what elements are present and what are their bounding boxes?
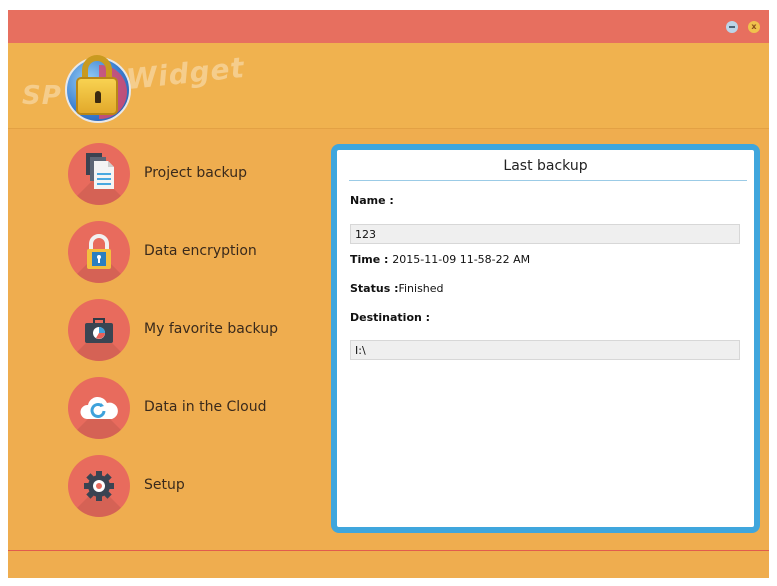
nav-item-setup[interactable]: Setup <box>68 455 318 519</box>
nav-item-data-in-the-cloud[interactable]: Data in the Cloud <box>68 377 318 441</box>
panel-divider <box>349 180 747 181</box>
header-banner: SP Widget <box>8 43 769 128</box>
footer-divider <box>8 550 769 551</box>
title-bar[interactable]: x <box>8 10 769 43</box>
nav-label: Setup <box>144 477 185 493</box>
sidebar: Project backup Data encryption My favori… <box>8 130 328 530</box>
name-label: Name : <box>350 194 394 207</box>
last-backup-panel: Last backup Name : 123 Time : 2015-11-09… <box>331 144 760 533</box>
status-row: Status :Finished <box>350 282 444 295</box>
nav-item-my-favorite-backup[interactable]: My favorite backup <box>68 299 318 363</box>
time-value: 2015-11-09 11-58-22 AM <box>392 253 531 266</box>
nav-circle <box>68 221 130 283</box>
time-label: Time : <box>350 253 389 266</box>
minimize-icon[interactable] <box>726 21 738 33</box>
documents-icon <box>86 153 114 189</box>
briefcase-icon <box>85 318 113 343</box>
lock-icon <box>87 234 111 269</box>
nav-circle <box>68 455 130 517</box>
nav-circle <box>68 377 130 439</box>
nav-item-project-backup[interactable]: Project backup <box>68 143 318 207</box>
nav-item-data-encryption[interactable]: Data encryption <box>68 221 318 285</box>
panel-title: Last backup <box>503 158 588 174</box>
status-label: Status : <box>350 282 399 295</box>
logo-text-left: SP <box>22 81 62 111</box>
destination-field[interactable]: I:\ <box>350 340 740 360</box>
close-icon[interactable]: x <box>748 21 760 33</box>
app-window: x SP Widget Project backup Data encrypti… <box>8 10 769 578</box>
nav-circle <box>68 143 130 205</box>
nav-circle <box>68 299 130 361</box>
nav-label: My favorite backup <box>144 321 278 337</box>
status-value: Finished <box>398 282 444 295</box>
nav-label: Data encryption <box>144 243 257 259</box>
header-divider <box>8 128 769 129</box>
nav-label: Data in the Cloud <box>144 399 267 415</box>
time-row: Time : 2015-11-09 11-58-22 AM <box>350 253 530 266</box>
logo-text-right: Widget <box>124 50 247 97</box>
logo-lock-icon <box>76 77 118 115</box>
cloud-icon <box>80 396 118 419</box>
gear-icon <box>84 471 114 501</box>
nav-label: Project backup <box>144 165 247 181</box>
destination-label: Destination : <box>350 311 431 324</box>
name-field[interactable]: 123 <box>350 224 740 244</box>
